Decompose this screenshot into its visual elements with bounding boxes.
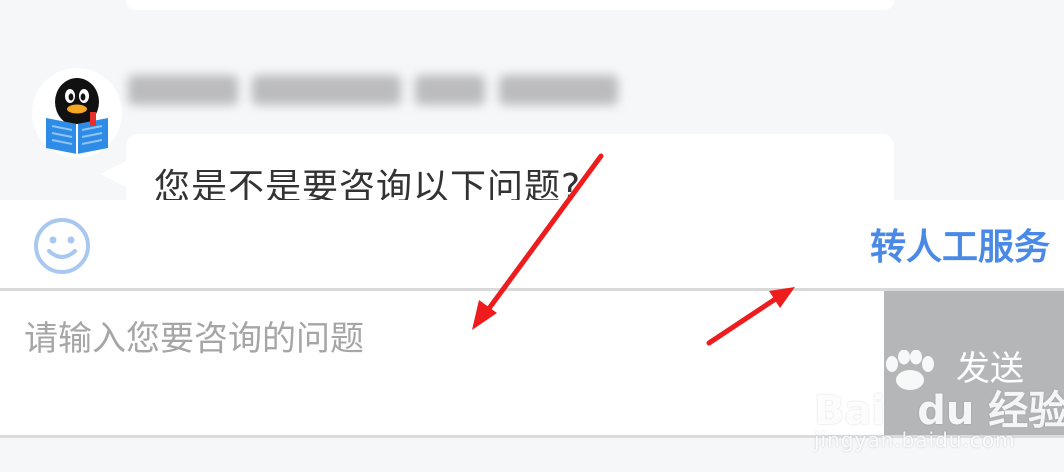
send-button-label: 发送 xyxy=(956,349,1024,389)
sender-info-blurred xyxy=(128,70,618,110)
message-bubble-tail xyxy=(100,160,128,188)
emoji-button[interactable] xyxy=(32,216,92,276)
qq-penguin-reading-icon xyxy=(46,78,108,154)
smiley-face-icon xyxy=(34,218,90,274)
message-input[interactable] xyxy=(0,291,884,435)
human-service-button[interactable]: 转人工服务 xyxy=(870,218,1050,270)
agent-avatar xyxy=(32,68,122,158)
composer-bottom-border xyxy=(0,435,1064,438)
send-button[interactable]: 发送 xyxy=(884,291,1064,435)
previous-message-bubble xyxy=(126,0,894,10)
